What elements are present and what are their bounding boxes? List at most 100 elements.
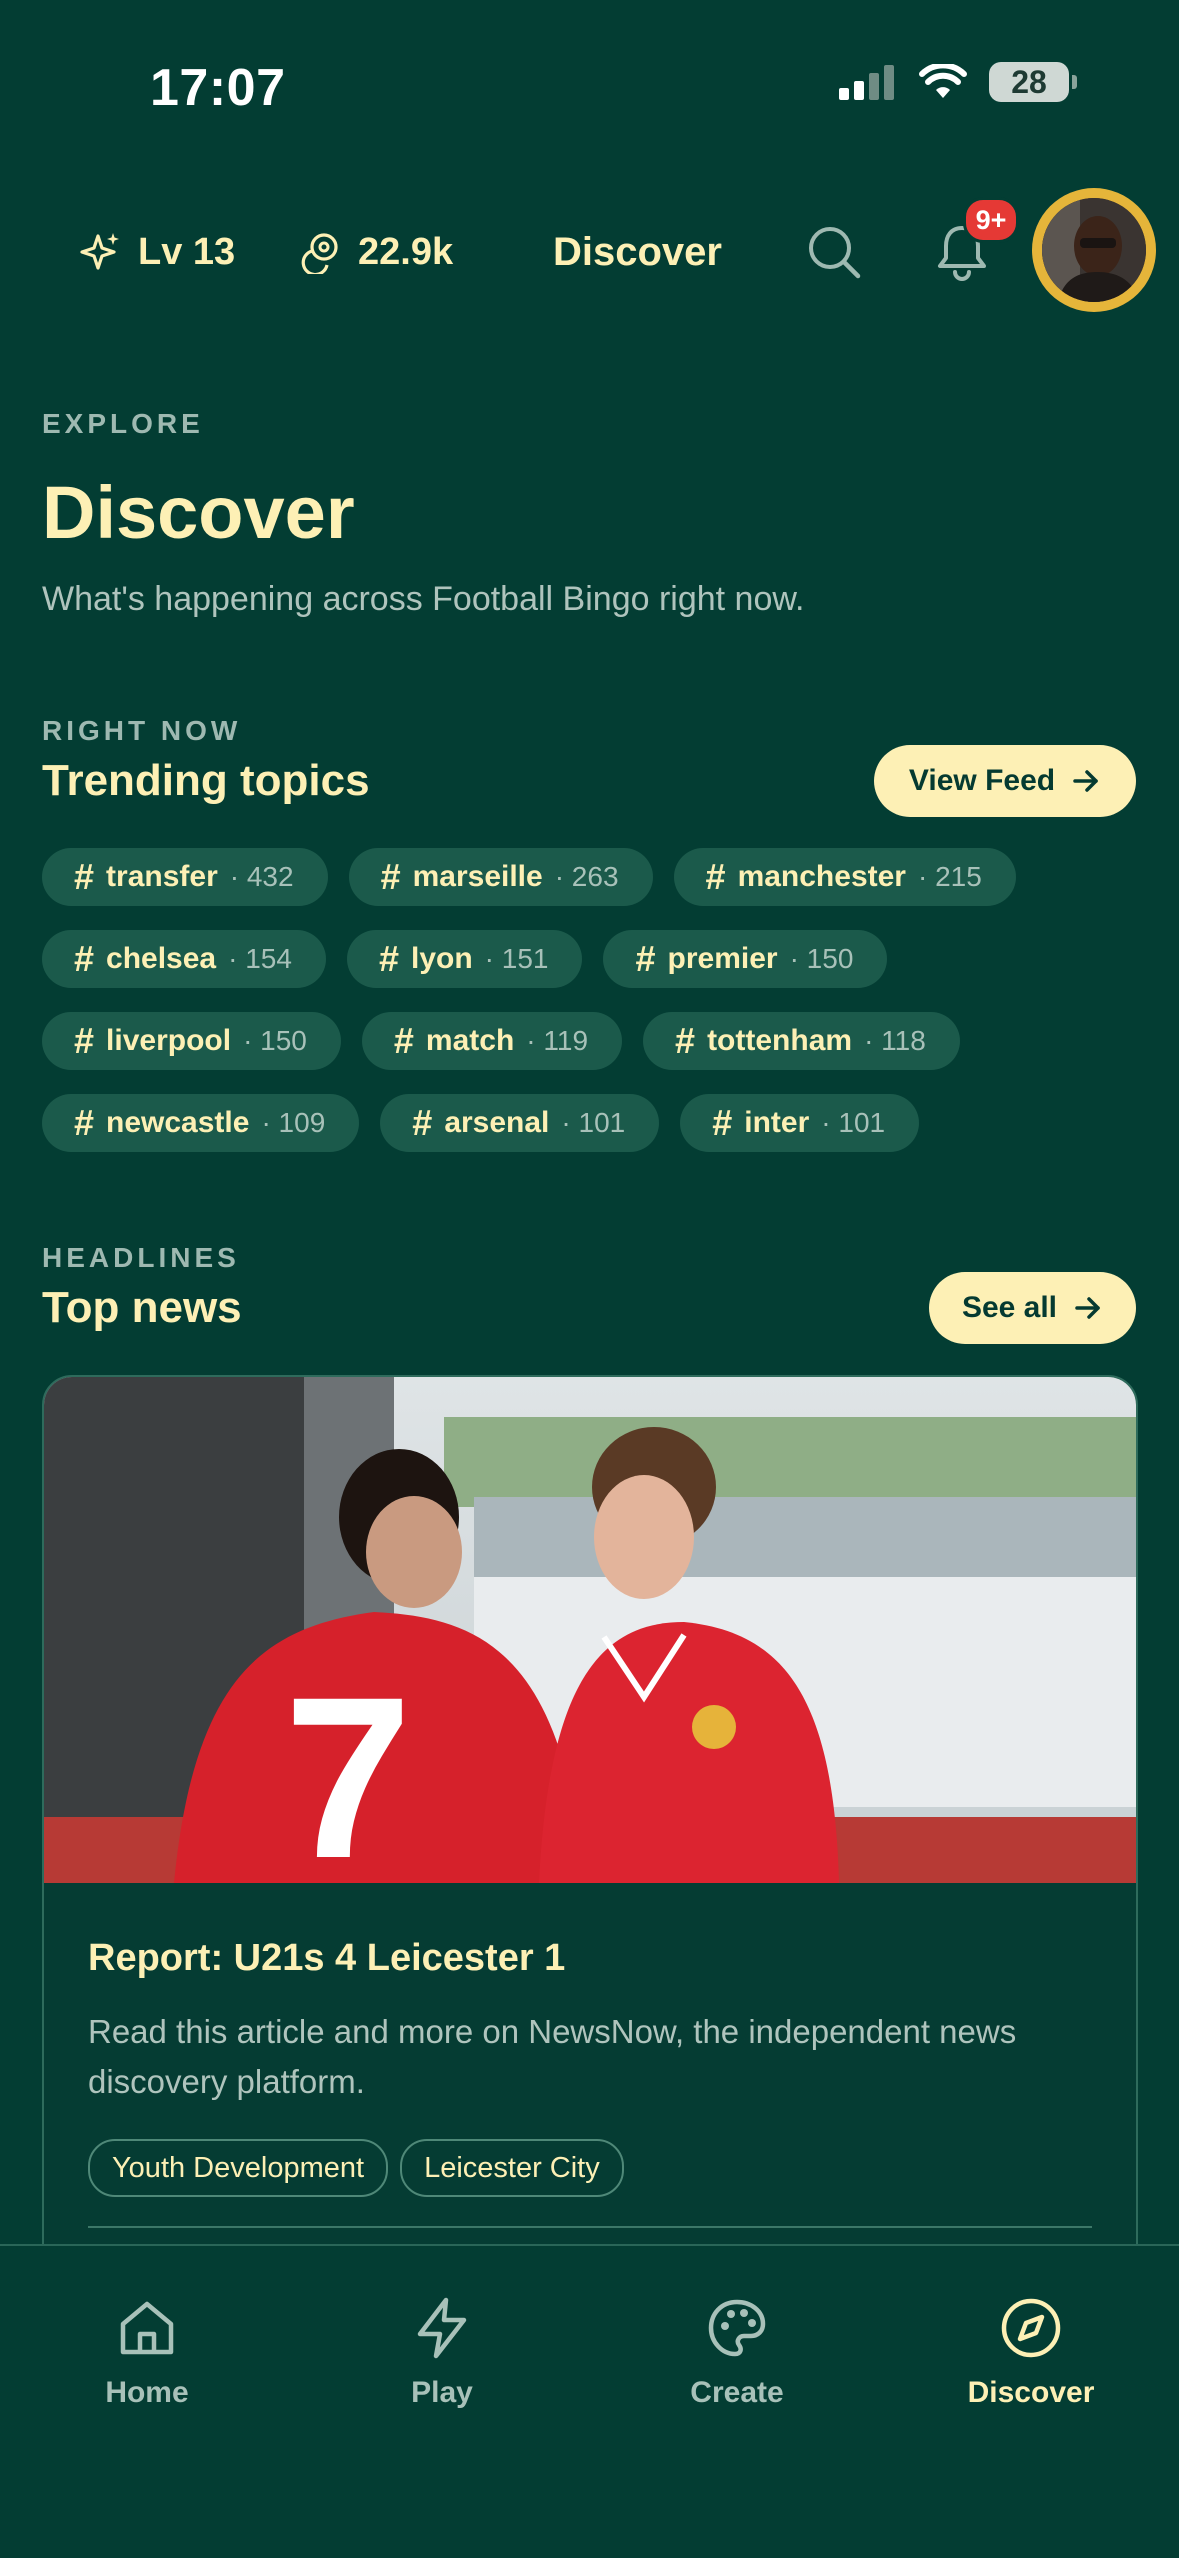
divider: [88, 2226, 1092, 2228]
nav-discover[interactable]: Discover: [931, 2296, 1131, 2410]
topic-label: inter: [744, 1106, 810, 1139]
topic-count: · 263: [554, 861, 619, 892]
hashtag-icon: #: [74, 938, 95, 979]
coins-label: 22.9k: [358, 230, 454, 273]
trending-topic-chip[interactable]: # transfer · 432: [42, 848, 328, 906]
trending-topic-chip[interactable]: # premier · 150: [603, 930, 888, 988]
arrow-right-icon: [1073, 770, 1098, 792]
wifi-icon: [919, 64, 967, 98]
hashtag-icon: #: [393, 1020, 414, 1061]
topic-count: · 119: [526, 1025, 589, 1056]
topic-count: · 109: [261, 1107, 326, 1138]
topic-count: · 118: [864, 1025, 926, 1056]
trending-topic-chip[interactable]: # tottenham · 118: [643, 1012, 960, 1070]
nav-home[interactable]: Home: [47, 2296, 247, 2410]
level-label: Lv 13: [138, 230, 236, 273]
hashtag-icon: #: [74, 1102, 95, 1143]
news-tag[interactable]: Youth Development: [88, 2139, 389, 2197]
view-feed-label: View Feed: [908, 764, 1056, 797]
news-card[interactable]: 7 Report: U21s 4 Leicester 1 Read this a…: [42, 1375, 1138, 2379]
topic-label: arsenal: [444, 1106, 550, 1139]
chip-row: # chelsea · 154 # lyon · 151 # premier · 150: [42, 930, 1152, 988]
hashtag-icon: #: [74, 856, 95, 897]
compass-icon: [1001, 2298, 1061, 2358]
header-eyebrow: EXPLORE: [42, 408, 204, 439]
topic-count: · 150: [243, 1025, 307, 1056]
news-eyebrow: HEADLINES: [42, 1242, 240, 1273]
hashtag-icon: #: [635, 938, 656, 979]
news-card-headline[interactable]: Report: U21s 4 Leicester 1: [88, 1937, 565, 1980]
avatar-photo: [1042, 198, 1146, 302]
status-time: 17:07: [150, 59, 286, 117]
trending-topic-chip[interactable]: # marseille · 263: [348, 848, 653, 906]
topic-label: manchester: [737, 860, 906, 893]
nav-home-label: Home: [105, 2376, 189, 2409]
trending-topic-chip[interactable]: # newcastle · 109: [42, 1094, 360, 1152]
nav-create[interactable]: Create: [637, 2296, 837, 2410]
battery-indicator: 28: [989, 62, 1077, 102]
page-subtitle: What's happening across Football Bingo r…: [42, 580, 805, 618]
search-button[interactable]: [806, 224, 862, 280]
trending-title: Trending topics: [42, 756, 370, 805]
topic-count: · 215: [917, 861, 982, 892]
topic-count: · 101: [821, 1107, 886, 1138]
trending-topic-chips: # transfer · 432 # marseille · 263 # manchester…: [42, 848, 1152, 1176]
news-card-image: 7: [44, 1377, 1136, 1883]
nav-discover-label: Discover: [967, 2376, 1095, 2409]
home-icon: [120, 2301, 174, 2355]
topic-count: · 101: [561, 1107, 626, 1138]
hashtag-icon: #: [412, 1102, 433, 1143]
news-title: Top news: [42, 1283, 242, 1332]
coins-icon: [301, 233, 338, 274]
topic-count: · 150: [789, 943, 854, 974]
search-icon: [809, 227, 861, 279]
topic-count: · 151: [484, 943, 549, 974]
hashtag-icon: #: [675, 1020, 696, 1061]
arrow-right-icon: [1075, 1297, 1100, 1319]
notification-badge: 9+: [963, 197, 1019, 243]
topic-label: marseille: [412, 860, 543, 893]
hashtag-icon: #: [74, 1020, 95, 1061]
bottom-nav: Home Play Create Discover: [0, 2244, 1179, 2558]
topic-label: liverpool: [106, 1024, 232, 1057]
topic-label: chelsea: [106, 942, 217, 975]
chip-row: # transfer · 432 # marseille · 263 # manchester…: [42, 848, 1152, 906]
level-indicator[interactable]: Lv 13: [78, 182, 235, 322]
trending-topic-chip[interactable]: # match · 119: [361, 1012, 623, 1070]
trending-topic-chip[interactable]: # arsenal · 101: [380, 1094, 660, 1152]
topic-label: newcastle: [106, 1106, 250, 1139]
cellular-signal-icon: [839, 65, 894, 100]
svg-text:7: 7: [284, 1649, 412, 1883]
topic-label: tottenham: [707, 1024, 853, 1057]
lightning-icon: [417, 2297, 467, 2359]
avatar[interactable]: [1032, 188, 1156, 312]
nav-play[interactable]: Play: [342, 2296, 542, 2410]
trending-topic-chip[interactable]: # chelsea · 154: [42, 930, 326, 988]
news-card-body: Read this article and more on NewsNow, t…: [88, 2013, 1017, 2100]
hashtag-icon: #: [712, 1102, 733, 1143]
see-all-button[interactable]: See all: [929, 1272, 1136, 1344]
hashtag-icon: #: [380, 856, 401, 897]
trending-topic-chip[interactable]: # lyon · 151: [346, 930, 583, 988]
trending-topic-chip[interactable]: # inter · 101: [680, 1094, 920, 1152]
hashtag-icon: #: [378, 938, 399, 979]
topic-label: premier: [667, 942, 778, 975]
coins-indicator[interactable]: 22.9k: [298, 182, 453, 322]
nav-play-label: Play: [411, 2376, 473, 2409]
topic-count: · 154: [228, 943, 292, 974]
trending-topic-chip[interactable]: # liverpool · 150: [42, 1012, 341, 1070]
sparkle-icon: [80, 233, 119, 270]
trending-eyebrow: RIGHT NOW: [42, 715, 242, 746]
topic-label: lyon: [410, 942, 473, 975]
topic-label: match: [425, 1024, 515, 1057]
trending-topic-chip[interactable]: # manchester · 215: [673, 848, 1016, 906]
news-tag[interactable]: Leicester City: [400, 2139, 624, 2197]
topic-label: transfer: [106, 860, 218, 893]
top-bar-title: Discover: [553, 229, 722, 274]
chip-row: # newcastle · 109 # arsenal · 101 # inter · 101: [42, 1094, 1152, 1152]
status-icons: 28: [839, 62, 1077, 102]
hashtag-icon: #: [705, 856, 726, 897]
chip-row: # liverpool · 150 # match · 119 # tottenham · 11…: [42, 1012, 1152, 1070]
view-feed-button[interactable]: View Feed: [874, 745, 1136, 817]
nav-create-label: Create: [690, 2376, 784, 2409]
